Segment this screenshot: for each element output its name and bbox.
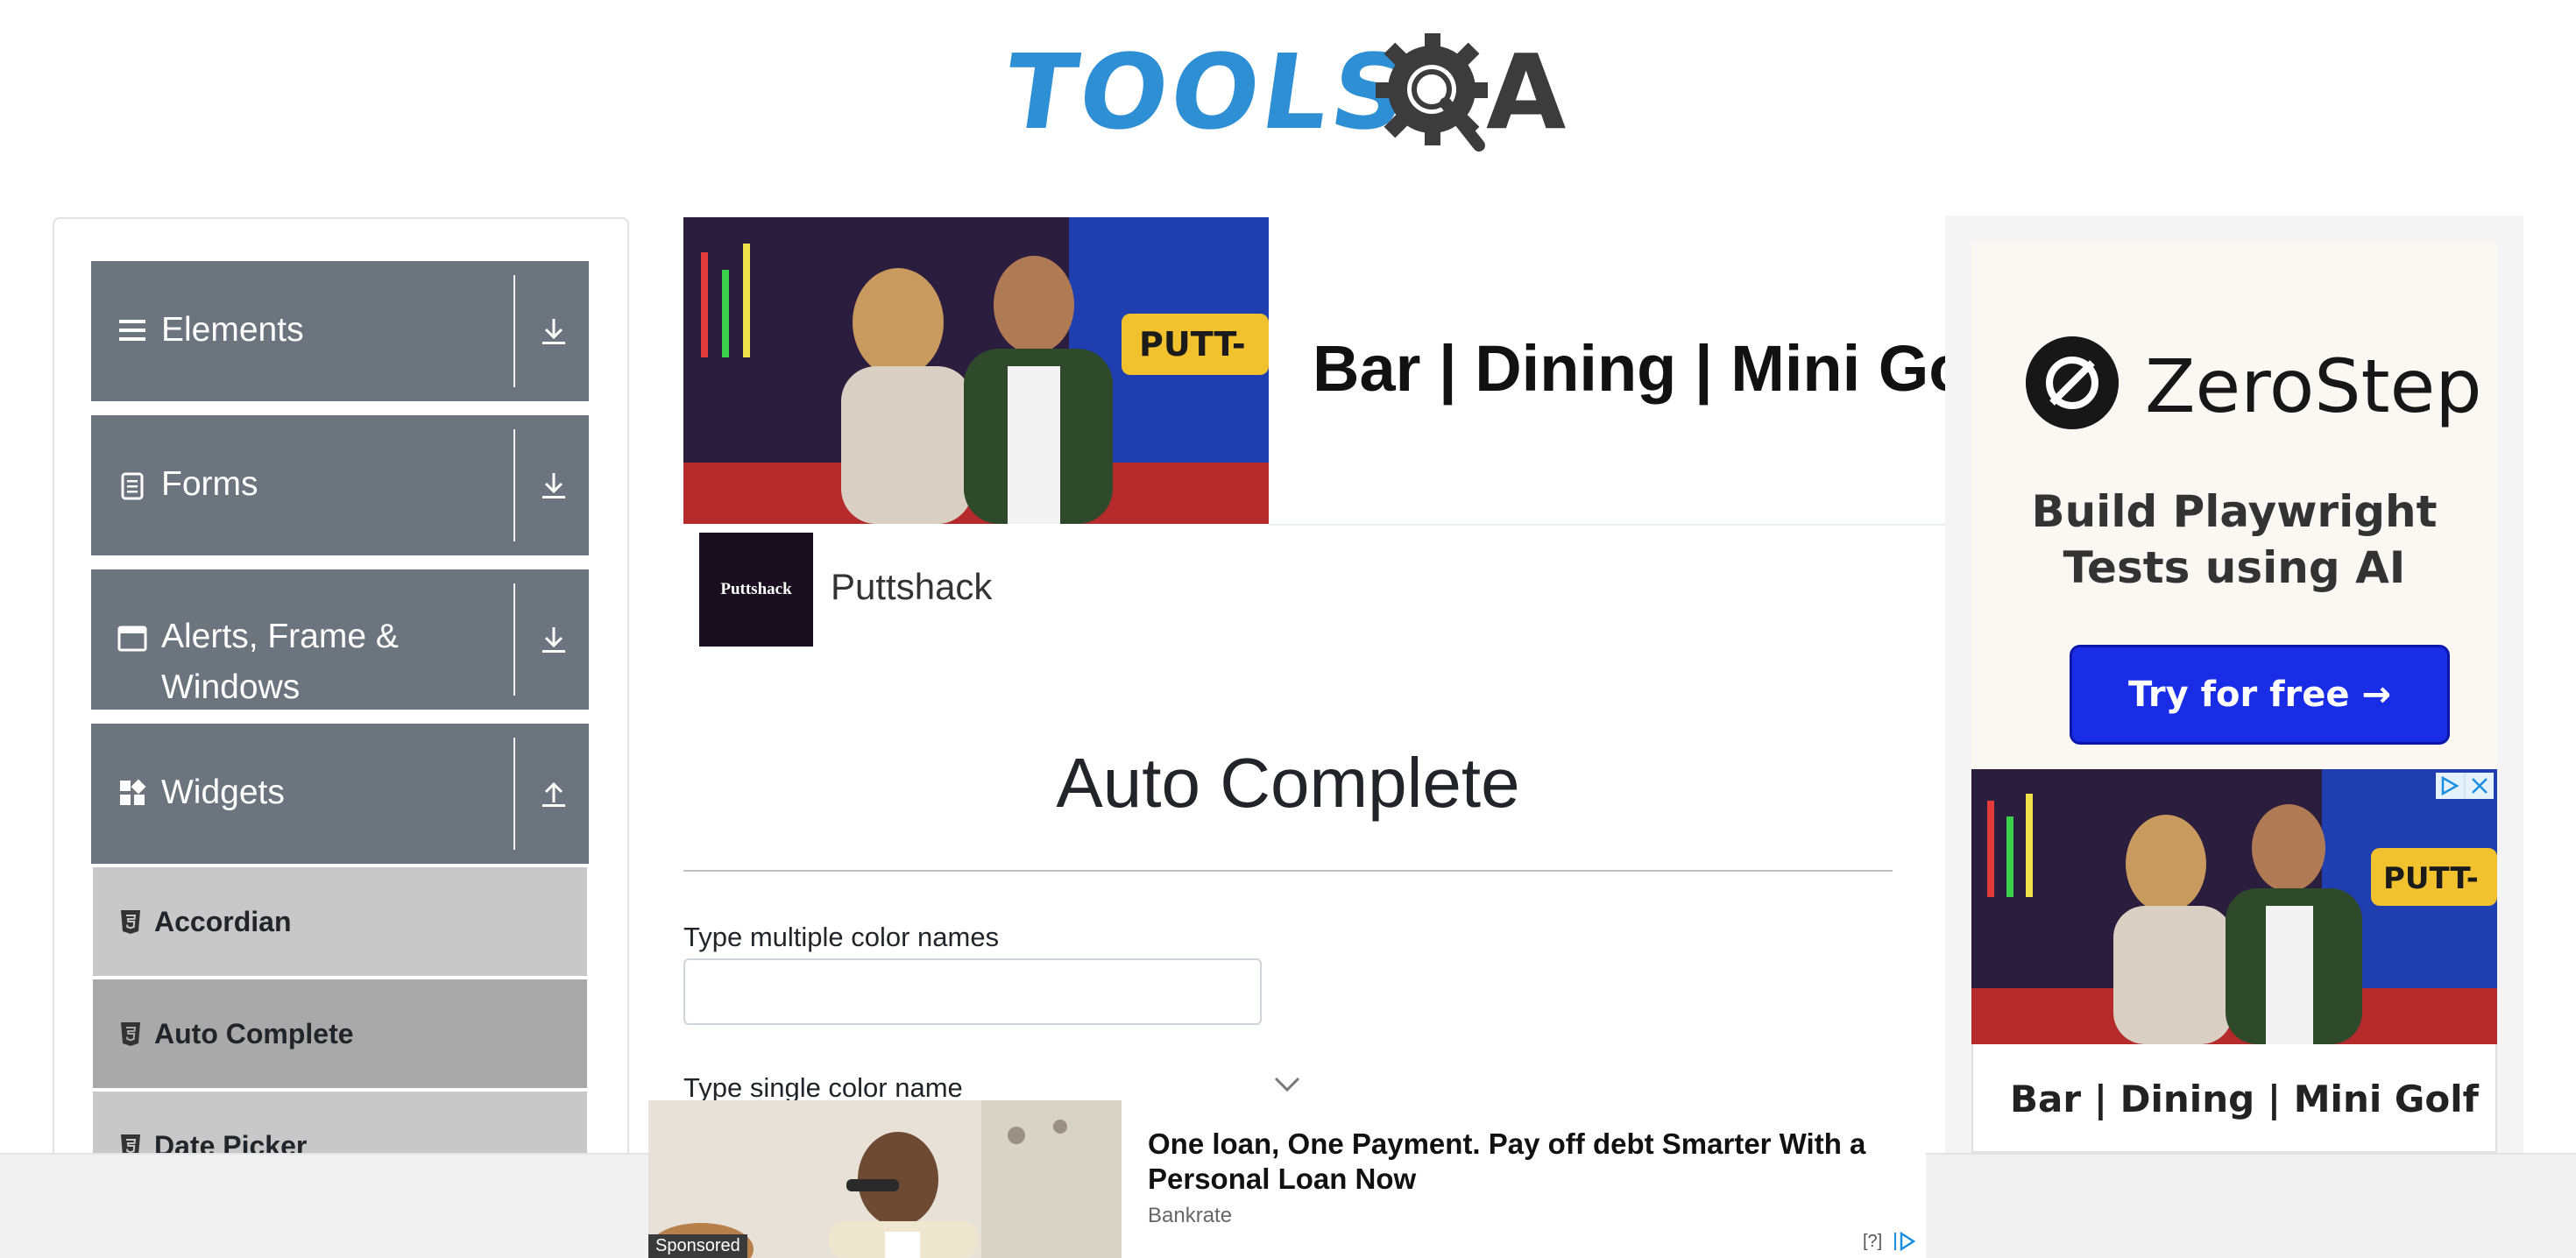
ad-photo[interactable]: PUTT- — [1971, 769, 2497, 1044]
sidebar-item-label: Auto Complete — [154, 1017, 354, 1050]
svg-text:PUTT-: PUTT- — [2383, 861, 2479, 896]
upload-icon[interactable] — [536, 774, 571, 813]
adchoices-icon[interactable] — [1893, 1230, 1917, 1253]
ad-brand-name[interactable]: Puttshack — [831, 566, 992, 608]
logo-text-a: A — [1486, 32, 1567, 152]
chevron-down-icon[interactable] — [1272, 1074, 1302, 1095]
divider — [683, 870, 1893, 872]
sidebar-item-accordian[interactable]: Accordian — [93, 867, 587, 976]
page-title: Auto Complete — [1056, 744, 1520, 822]
ad-headline[interactable]: Bar | Dining | Mini Golf — [1313, 331, 2008, 406]
sidebar-group-title: Elements — [161, 311, 304, 349]
gear-magnifier-icon — [1376, 33, 1488, 152]
download-icon[interactable] — [536, 466, 571, 505]
widgets-icon — [117, 778, 147, 808]
download-icon[interactable] — [536, 312, 571, 350]
sidebar-group-title: Alerts, Frame & Windows — [161, 618, 399, 706]
download-icon[interactable] — [536, 620, 571, 659]
ad-photo[interactable]: Sponsored — [648, 1100, 1122, 1258]
sidebar-group-title: Widgets — [161, 774, 285, 811]
ad-headline-card[interactable]: Bar | Dining | Mini Golf — [1971, 1044, 2497, 1153]
multi-color-input[interactable] — [683, 958, 1262, 1025]
list-icon — [117, 315, 147, 345]
divider — [513, 275, 515, 387]
ad-banner-top[interactable]: PUTT- Bar | Dining | Mini Golf — [683, 217, 2008, 526]
ad-source[interactable]: Bankrate — [1148, 1204, 1232, 1228]
sidebar-group-title: Forms — [161, 465, 258, 503]
sidebar-item-label: Accordian — [154, 905, 292, 937]
sidebar-group-forms[interactable]: Forms — [91, 415, 589, 555]
divider — [1269, 524, 1945, 526]
document-icon — [117, 471, 147, 501]
divider — [513, 583, 515, 696]
ad-sidebar-right[interactable]: ZeroStep Build Playwright Tests using AI… — [1945, 216, 2523, 1258]
logo-text-tools: TOOLS — [997, 32, 1419, 152]
bottom-sticky-ad[interactable]: Sponsored One loan, One Payment. Pay off… — [648, 1100, 1926, 1258]
toolsqa-logo[interactable]: TOOLS A — [997, 25, 1574, 159]
ad-help-link[interactable]: [?] — [1863, 1232, 1882, 1252]
ad-photo[interactable]: PUTT- — [683, 217, 1269, 524]
html5-icon — [121, 910, 140, 934]
divider — [513, 738, 515, 850]
zerostep-brand: ZeroStep — [2145, 343, 2482, 429]
html5-icon — [121, 1022, 140, 1046]
ad-headline[interactable]: Bar | Dining | Mini Golf — [2010, 1078, 2479, 1120]
window-icon — [117, 624, 147, 654]
sidebar-group-elements[interactable]: Elements — [91, 261, 589, 401]
sidebar-item-auto-complete[interactable]: Auto Complete — [93, 979, 587, 1088]
sidebar-group-widgets[interactable]: Widgets — [91, 724, 589, 864]
try-for-free-button[interactable]: Try for free → — [2070, 645, 2450, 745]
sponsored-label: Sponsored — [648, 1234, 747, 1258]
ad-headline[interactable]: One loan, One Payment. Pay off debt Smar… — [1148, 1127, 1901, 1197]
divider — [513, 429, 515, 541]
svg-text:PUTT-: PUTT- — [1139, 325, 1246, 364]
adchoices-icon[interactable] — [2436, 773, 2494, 799]
zerostep-tagline: Build Playwright Tests using AI — [2031, 486, 2438, 593]
zerostep-logo-icon — [2026, 336, 2119, 429]
ad-brand-logo[interactable]: Puttshack — [699, 533, 813, 647]
single-color-label: Type single color name — [683, 1072, 963, 1103]
sidebar-group-alerts-frame-windows[interactable]: Alerts, Frame & Windows — [91, 569, 589, 710]
multi-color-label: Type multiple color names — [683, 922, 1000, 952]
left-sidebar: Elements Forms Alerts, Frame & Windows W… — [53, 217, 629, 1258]
